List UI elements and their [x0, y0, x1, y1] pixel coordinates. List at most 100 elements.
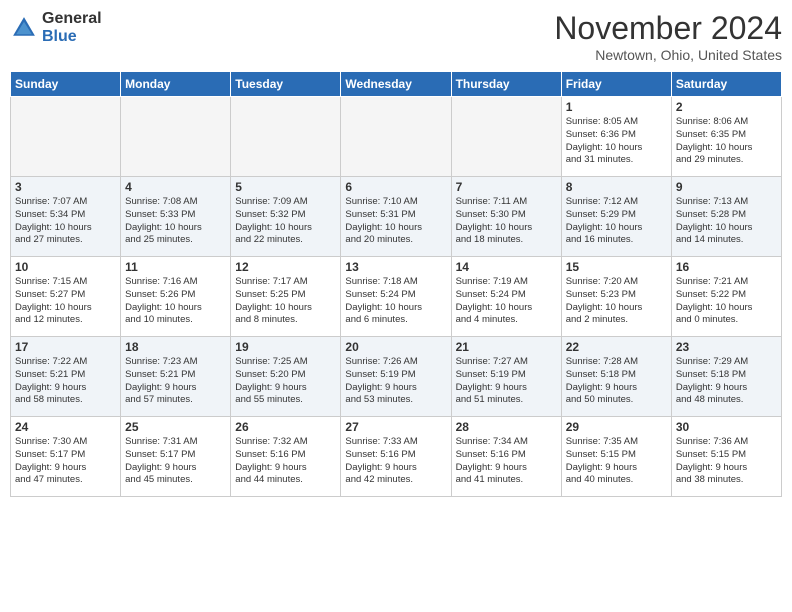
- day-number: 16: [676, 260, 777, 274]
- day-number: 5: [235, 180, 336, 194]
- day-info: Sunrise: 7:27 AM Sunset: 5:19 PM Dayligh…: [456, 356, 557, 407]
- calendar-cell: 28 Sunrise: 7:34 AM Sunset: 5:16 PM Dayli…: [451, 417, 561, 497]
- calendar-header-wednesday: Wednesday: [341, 72, 451, 97]
- day-info: Sunrise: 7:34 AM Sunset: 5:16 PM Dayligh…: [456, 436, 557, 487]
- day-number: 15: [566, 260, 667, 274]
- calendar-cell: [451, 97, 561, 177]
- location: Newtown, Ohio, United States: [554, 47, 782, 63]
- day-info: Sunrise: 7:33 AM Sunset: 5:16 PM Dayligh…: [345, 436, 446, 487]
- day-info: Sunrise: 8:05 AM Sunset: 6:36 PM Dayligh…: [566, 116, 667, 167]
- day-info: Sunrise: 7:09 AM Sunset: 5:32 PM Dayligh…: [235, 196, 336, 247]
- day-info: Sunrise: 7:20 AM Sunset: 5:23 PM Dayligh…: [566, 276, 667, 327]
- logo: General Blue: [10, 10, 102, 45]
- day-number: 23: [676, 340, 777, 354]
- calendar-cell: [121, 97, 231, 177]
- day-number: 22: [566, 340, 667, 354]
- calendar-cell: [231, 97, 341, 177]
- day-number: 25: [125, 420, 226, 434]
- logo-icon: [10, 14, 38, 42]
- day-info: Sunrise: 7:28 AM Sunset: 5:18 PM Dayligh…: [566, 356, 667, 407]
- calendar-cell: 29 Sunrise: 7:35 AM Sunset: 5:15 PM Dayli…: [561, 417, 671, 497]
- calendar-cell: 18Sunrise: 7:23 AM Sunset: 5:21 PM Dayli…: [121, 337, 231, 417]
- calendar-header-row: SundayMondayTuesdayWednesdayThursdayFrid…: [11, 72, 782, 97]
- day-info: Sunrise: 7:10 AM Sunset: 5:31 PM Dayligh…: [345, 196, 446, 247]
- calendar-cell: 23 Sunrise: 7:29 AM Sunset: 5:18 PM Dayli…: [671, 337, 781, 417]
- calendar-cell: 15 Sunrise: 7:20 AM Sunset: 5:23 PM Dayli…: [561, 257, 671, 337]
- calendar-cell: 4Sunrise: 7:08 AM Sunset: 5:33 PM Daylig…: [121, 177, 231, 257]
- day-number: 21: [456, 340, 557, 354]
- calendar-header-saturday: Saturday: [671, 72, 781, 97]
- calendar-table: SundayMondayTuesdayWednesdayThursdayFrid…: [10, 71, 782, 497]
- calendar-cell: 19 Sunrise: 7:25 AM Sunset: 5:20 PM Dayli…: [231, 337, 341, 417]
- day-info: Sunrise: 7:11 AM Sunset: 5:30 PM Dayligh…: [456, 196, 557, 247]
- calendar-cell: 12Sunrise: 7:17 AM Sunset: 5:25 PM Dayli…: [231, 257, 341, 337]
- calendar-cell: 26Sunrise: 7:32 AM Sunset: 5:16 PM Dayli…: [231, 417, 341, 497]
- day-number: 1: [566, 100, 667, 114]
- calendar-cell: 30Sunrise: 7:36 AM Sunset: 5:15 PM Dayli…: [671, 417, 781, 497]
- calendar-week-row: 3 Sunrise: 7:07 AM Sunset: 5:34 PM Daylig…: [11, 177, 782, 257]
- day-info: Sunrise: 7:21 AM Sunset: 5:22 PM Dayligh…: [676, 276, 777, 327]
- day-number: 2: [676, 100, 777, 114]
- calendar-cell: 27 Sunrise: 7:33 AM Sunset: 5:16 PM Dayli…: [341, 417, 451, 497]
- calendar-cell: 8Sunrise: 7:12 AM Sunset: 5:29 PM Daylig…: [561, 177, 671, 257]
- day-info: Sunrise: 7:25 AM Sunset: 5:20 PM Dayligh…: [235, 356, 336, 407]
- logo-text: General Blue: [42, 10, 102, 45]
- logo-general: General: [42, 10, 102, 28]
- day-info: Sunrise: 7:13 AM Sunset: 5:28 PM Dayligh…: [676, 196, 777, 247]
- day-number: 17: [15, 340, 116, 354]
- calendar-cell: 16 Sunrise: 7:21 AM Sunset: 5:22 PM Dayli…: [671, 257, 781, 337]
- calendar-header-friday: Friday: [561, 72, 671, 97]
- day-number: 10: [15, 260, 116, 274]
- day-info: Sunrise: 7:16 AM Sunset: 5:26 PM Dayligh…: [125, 276, 226, 327]
- day-info: Sunrise: 7:12 AM Sunset: 5:29 PM Dayligh…: [566, 196, 667, 247]
- calendar-cell: 17 Sunrise: 7:22 AM Sunset: 5:21 PM Dayli…: [11, 337, 121, 417]
- day-info: Sunrise: 7:30 AM Sunset: 5:17 PM Dayligh…: [15, 436, 116, 487]
- day-number: 7: [456, 180, 557, 194]
- calendar-cell: 20 Sunrise: 7:26 AM Sunset: 5:19 PM Dayli…: [341, 337, 451, 417]
- day-number: 6: [345, 180, 446, 194]
- calendar-cell: 7 Sunrise: 7:11 AM Sunset: 5:30 PM Daylig…: [451, 177, 561, 257]
- calendar-cell: 5 Sunrise: 7:09 AM Sunset: 5:32 PM Daylig…: [231, 177, 341, 257]
- day-info: Sunrise: 8:06 AM Sunset: 6:35 PM Dayligh…: [676, 116, 777, 167]
- day-number: 18: [125, 340, 226, 354]
- day-info: Sunrise: 7:15 AM Sunset: 5:27 PM Dayligh…: [15, 276, 116, 327]
- day-number: 24: [15, 420, 116, 434]
- calendar-cell: 2 Sunrise: 8:06 AM Sunset: 6:35 PM Daylig…: [671, 97, 781, 177]
- day-number: 13: [345, 260, 446, 274]
- day-number: 28: [456, 420, 557, 434]
- calendar-header-sunday: Sunday: [11, 72, 121, 97]
- calendar-cell: 3 Sunrise: 7:07 AM Sunset: 5:34 PM Daylig…: [11, 177, 121, 257]
- day-info: Sunrise: 7:07 AM Sunset: 5:34 PM Dayligh…: [15, 196, 116, 247]
- calendar-week-row: 17 Sunrise: 7:22 AM Sunset: 5:21 PM Dayli…: [11, 337, 782, 417]
- day-info: Sunrise: 7:32 AM Sunset: 5:16 PM Dayligh…: [235, 436, 336, 487]
- calendar-cell: 14 Sunrise: 7:19 AM Sunset: 5:24 PM Dayli…: [451, 257, 561, 337]
- day-number: 20: [345, 340, 446, 354]
- day-number: 11: [125, 260, 226, 274]
- day-info: Sunrise: 7:22 AM Sunset: 5:21 PM Dayligh…: [15, 356, 116, 407]
- calendar-cell: 6 Sunrise: 7:10 AM Sunset: 5:31 PM Daylig…: [341, 177, 451, 257]
- calendar-week-row: 1 Sunrise: 8:05 AM Sunset: 6:36 PM Daylig…: [11, 97, 782, 177]
- day-number: 27: [345, 420, 446, 434]
- day-number: 9: [676, 180, 777, 194]
- calendar-header-monday: Monday: [121, 72, 231, 97]
- calendar-cell: 10 Sunrise: 7:15 AM Sunset: 5:27 PM Dayli…: [11, 257, 121, 337]
- day-info: Sunrise: 7:18 AM Sunset: 5:24 PM Dayligh…: [345, 276, 446, 327]
- logo-blue: Blue: [42, 28, 102, 46]
- day-info: Sunrise: 7:19 AM Sunset: 5:24 PM Dayligh…: [456, 276, 557, 327]
- day-number: 14: [456, 260, 557, 274]
- day-number: 29: [566, 420, 667, 434]
- day-info: Sunrise: 7:29 AM Sunset: 5:18 PM Dayligh…: [676, 356, 777, 407]
- day-number: 3: [15, 180, 116, 194]
- day-info: Sunrise: 7:08 AM Sunset: 5:33 PM Dayligh…: [125, 196, 226, 247]
- calendar-week-row: 10 Sunrise: 7:15 AM Sunset: 5:27 PM Dayli…: [11, 257, 782, 337]
- calendar-week-row: 24 Sunrise: 7:30 AM Sunset: 5:17 PM Dayli…: [11, 417, 782, 497]
- month-title: November 2024: [554, 10, 782, 47]
- calendar-cell: [11, 97, 121, 177]
- day-info: Sunrise: 7:17 AM Sunset: 5:25 PM Dayligh…: [235, 276, 336, 327]
- day-info: Sunrise: 7:35 AM Sunset: 5:15 PM Dayligh…: [566, 436, 667, 487]
- calendar-header-thursday: Thursday: [451, 72, 561, 97]
- day-info: Sunrise: 7:26 AM Sunset: 5:19 PM Dayligh…: [345, 356, 446, 407]
- calendar-cell: 21 Sunrise: 7:27 AM Sunset: 5:19 PM Dayli…: [451, 337, 561, 417]
- calendar-cell: 11 Sunrise: 7:16 AM Sunset: 5:26 PM Dayli…: [121, 257, 231, 337]
- day-number: 19: [235, 340, 336, 354]
